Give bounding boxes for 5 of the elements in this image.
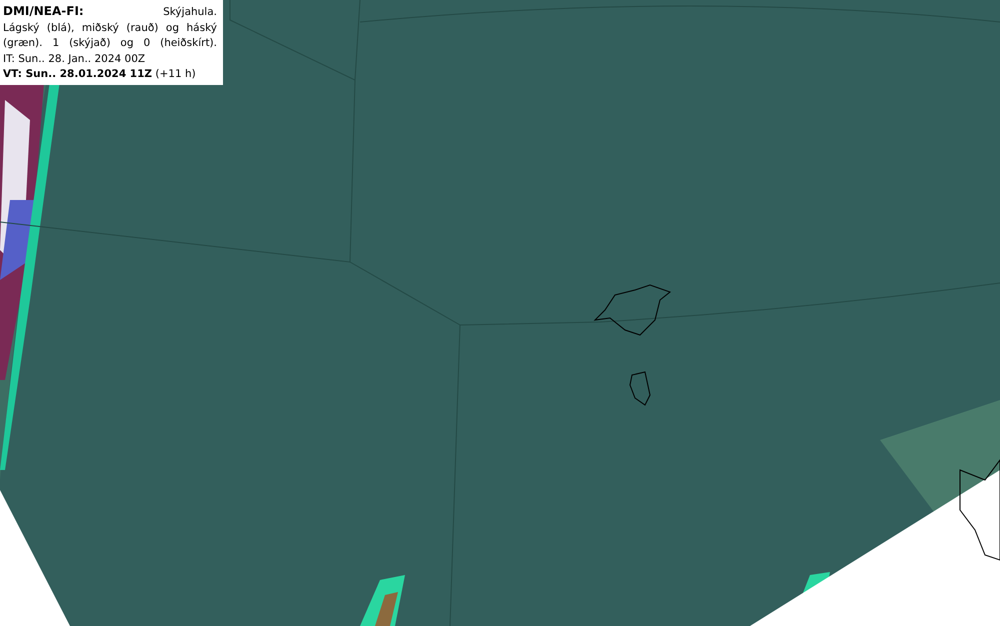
legend-title: Skýjahula.: [163, 5, 217, 20]
source-label: DMI/NEA-FI:: [3, 4, 84, 20]
legend-description: Lágský (blá), miðský (rauð) og háský (græn). 1 (skýjað) og 0 (heiðskírt).: [3, 20, 217, 51]
issue-time: IT: Sun.. 28. Jan.. 2024 00Z: [3, 52, 146, 66]
valid-time: VT: Sun.. 28.01.2024 11Z (+11 h): [3, 67, 197, 82]
